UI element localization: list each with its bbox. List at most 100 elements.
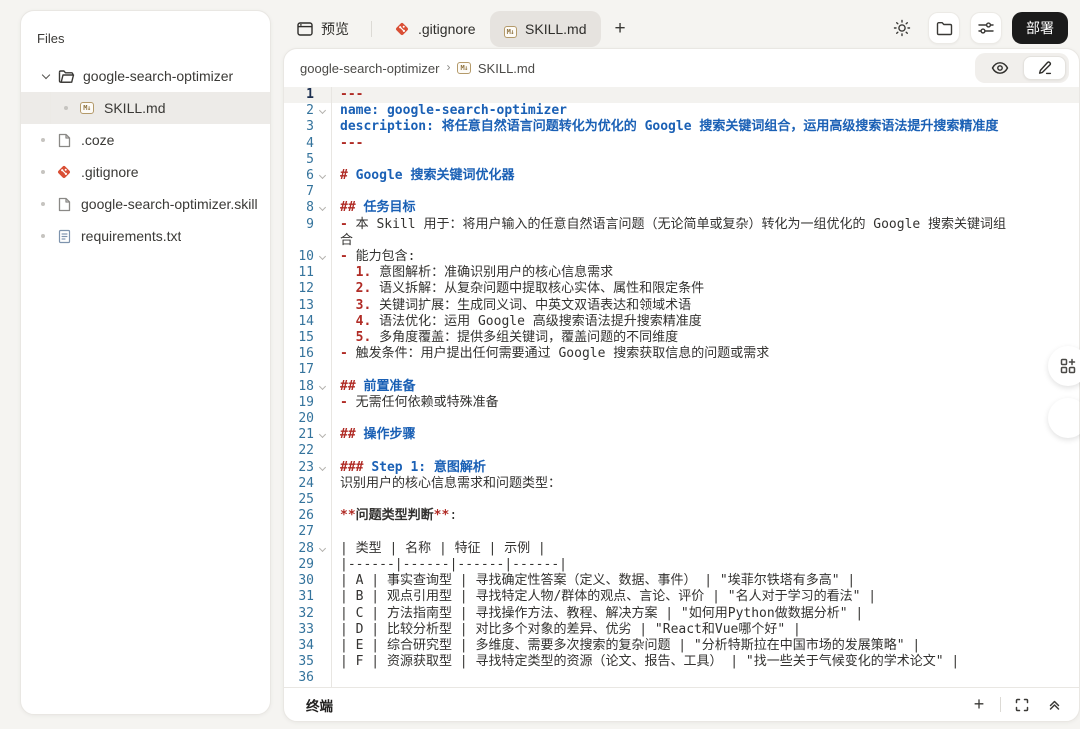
file-icon bbox=[55, 196, 73, 212]
fold-chevron-icon[interactable] bbox=[314, 460, 331, 470]
git-icon bbox=[55, 164, 73, 180]
translate-floating-button[interactable]: 中A bbox=[1048, 398, 1080, 438]
git-icon bbox=[394, 21, 410, 37]
tree-item-requirements-txt[interactable]: requirements.txt bbox=[21, 220, 270, 252]
line-content: | B | 观点引用型 | 寻找特定人物/群体的观点、言论、评价 | "名人对于… bbox=[332, 589, 1079, 605]
tree-item-folder-google-search-optimizer[interactable]: google-search-optimizer bbox=[21, 60, 270, 92]
widgets-floating-button[interactable] bbox=[1048, 346, 1080, 386]
line-number: 16 bbox=[284, 346, 314, 362]
editor-line[interactable]: 5 bbox=[284, 152, 1079, 168]
editor-line[interactable]: 30| A | 事实查询型 | 寻找确定性答案（定义、数据、事件） | "埃菲尔… bbox=[284, 573, 1079, 589]
file-dot-indicator bbox=[41, 234, 45, 238]
editor-line[interactable]: 19- 无需任何依赖或特殊准备 bbox=[284, 395, 1079, 411]
theme-toggle-button[interactable] bbox=[886, 12, 918, 44]
editor-line[interactable]: 32| C | 方法指南型 | 寻找操作方法、教程、解决方案 | "如何用Pyt… bbox=[284, 606, 1079, 622]
fold-slot bbox=[314, 314, 331, 319]
fold-chevron-icon[interactable] bbox=[314, 103, 331, 113]
fold-chevron-icon[interactable] bbox=[314, 541, 331, 551]
line-content bbox=[332, 411, 1079, 427]
line-content: ## 前置准备 bbox=[332, 379, 1079, 395]
editor-line[interactable]: 24识别用户的核心信息需求和问题类型： bbox=[284, 476, 1079, 492]
fold-chevron-icon[interactable] bbox=[314, 168, 331, 178]
line-number: 34 bbox=[284, 638, 314, 654]
line-number: 23 bbox=[284, 460, 314, 476]
editor-line[interactable]: 7 bbox=[284, 184, 1079, 200]
editor-line[interactable]: 29|------|------|------|------| bbox=[284, 557, 1079, 573]
editor-line[interactable]: 2name: google-search-optimizer bbox=[284, 103, 1079, 119]
tree-item-skill-md[interactable]: M↓ SKILL.md bbox=[21, 92, 270, 124]
editor-line[interactable]: 12 2. 语义拆解：从复杂问题中提取核心实体、属性和限定条件 bbox=[284, 281, 1079, 297]
editor-line[interactable]: 14 4. 语法优化：运用 Google 高级搜索语法提升搜索精准度 bbox=[284, 314, 1079, 330]
fold-chevron-icon[interactable] bbox=[314, 200, 331, 210]
tree-item-skill-file[interactable]: google-search-optimizer.skill bbox=[21, 188, 270, 220]
editor-line[interactable]: 15 5. 多角度覆盖：提供多组关键词，覆盖问题的不同维度 bbox=[284, 330, 1079, 346]
open-folder-button[interactable] bbox=[928, 12, 960, 44]
file-explorer-panel: Files google-search-optimizer M↓ SKILL.m… bbox=[20, 10, 271, 715]
maximize-terminal-button[interactable] bbox=[1011, 694, 1033, 716]
folder-open-icon bbox=[57, 68, 75, 84]
editor-line[interactable]: 10- 能力包含: bbox=[284, 249, 1079, 265]
editor-line[interactable]: 6# Google 搜索关键词优化器 bbox=[284, 168, 1079, 184]
editor-line[interactable]: 23### Step 1: 意图解析 bbox=[284, 460, 1079, 476]
editor-line[interactable]: 21## 操作步骤 bbox=[284, 427, 1079, 443]
breadcrumb-folder[interactable]: google-search-optimizer bbox=[300, 61, 439, 76]
editor-line[interactable]: 22 bbox=[284, 443, 1079, 459]
editor-line[interactable]: 31| B | 观点引用型 | 寻找特定人物/群体的观点、言论、评价 | "名人… bbox=[284, 589, 1079, 605]
editor-line[interactable]: 33| D | 比较分析型 | 对比多个对象的差异、优劣 | "React和Vu… bbox=[284, 622, 1079, 638]
tab-skill-md[interactable]: M↓ SKILL.md bbox=[490, 11, 601, 47]
editor-line[interactable]: 13 3. 关键词扩展：生成同义词、中英文双语表达和领域术语 bbox=[284, 298, 1079, 314]
line-content: - 本 Skill 用于：将用户输入的任意自然语言问题（无论简单或复杂）转化为一… bbox=[332, 217, 1079, 249]
editor-line[interactable]: 25 bbox=[284, 492, 1079, 508]
tab-preview[interactable]: 预览 bbox=[283, 11, 363, 47]
markdown-icon: M↓ bbox=[504, 21, 517, 38]
line-number: 30 bbox=[284, 573, 314, 589]
breadcrumb-file[interactable]: SKILL.md bbox=[478, 61, 535, 76]
tab-gitignore[interactable]: .gitignore bbox=[380, 11, 490, 47]
editor-line[interactable]: 27 bbox=[284, 524, 1079, 540]
fold-slot bbox=[314, 606, 331, 611]
collapse-terminal-button[interactable] bbox=[1043, 694, 1065, 716]
line-number: 14 bbox=[284, 314, 314, 330]
editor-line[interactable]: 11 1. 意图解析：准确识别用户的核心信息需求 bbox=[284, 265, 1079, 281]
edit-mode-button[interactable] bbox=[1023, 56, 1066, 80]
editor-line[interactable]: 26**问题类型判断**: bbox=[284, 508, 1079, 524]
editor-line[interactable]: 9- 本 Skill 用于：将用户输入的任意自然语言问题（无论简单或复杂）转化为… bbox=[284, 217, 1079, 249]
code-editor[interactable]: 1---2name: google-search-optimizer3descr… bbox=[284, 87, 1079, 687]
editor-line[interactable]: 28 | 类型 | 名称 | 特征 | 示例 | bbox=[284, 541, 1079, 557]
tree-item-coze[interactable]: .coze bbox=[21, 124, 270, 156]
editor-line[interactable]: 36 bbox=[284, 670, 1079, 686]
new-tab-button[interactable]: + bbox=[601, 18, 640, 40]
editor-line[interactable]: 35| F | 资源获取型 | 寻找特定类型的资源（论文、报告、工具） | "找… bbox=[284, 654, 1079, 670]
line-number: 25 bbox=[284, 492, 314, 508]
editor-line[interactable]: 17 bbox=[284, 362, 1079, 378]
editor-line[interactable]: 1--- bbox=[284, 87, 1079, 103]
editor-line[interactable]: 16- 触发条件：用户提出任何需要通过 Google 搜索获取信息的问题或需求 bbox=[284, 346, 1079, 362]
editor-line[interactable]: 20 bbox=[284, 411, 1079, 427]
fold-chevron-icon[interactable] bbox=[314, 249, 331, 259]
preview-mode-button[interactable] bbox=[978, 56, 1021, 80]
tree-item-gitignore[interactable]: .gitignore bbox=[21, 156, 270, 188]
chevron-down-icon[interactable] bbox=[41, 71, 51, 81]
fold-slot bbox=[314, 476, 331, 481]
sun-icon bbox=[893, 19, 911, 37]
line-content: - 能力包含: bbox=[332, 249, 1079, 265]
editor-line[interactable]: 34| E | 综合研究型 | 多维度、需要多次搜索的复杂问题 | "分析特斯拉… bbox=[284, 638, 1079, 654]
fold-chevron-icon[interactable] bbox=[314, 427, 331, 437]
fold-chevron-icon[interactable] bbox=[314, 379, 331, 389]
breadcrumb: google-search-optimizer › M↓ SKILL.md bbox=[300, 61, 535, 76]
new-terminal-button[interactable]: + bbox=[968, 694, 990, 716]
line-content: | 类型 | 名称 | 特征 | 示例 | bbox=[332, 541, 1079, 557]
settings-button[interactable] bbox=[970, 12, 1002, 44]
tree-item-label: .coze bbox=[81, 132, 114, 148]
fold-slot bbox=[314, 184, 331, 189]
deploy-button[interactable]: 部署 bbox=[1012, 12, 1068, 44]
editor-line[interactable]: 18## 前置准备 bbox=[284, 379, 1079, 395]
file-dot-indicator bbox=[41, 170, 45, 174]
editor-line[interactable]: 8## 任务目标 bbox=[284, 200, 1079, 216]
line-number: 28 bbox=[284, 541, 314, 557]
editor-line[interactable]: 4--- bbox=[284, 136, 1079, 152]
editor-line[interactable]: 3description: 将任意自然语言问题转化为优化的 Google 搜索关… bbox=[284, 119, 1079, 135]
fold-slot bbox=[314, 654, 331, 659]
line-number: 3 bbox=[284, 119, 314, 135]
line-content bbox=[332, 152, 1079, 168]
